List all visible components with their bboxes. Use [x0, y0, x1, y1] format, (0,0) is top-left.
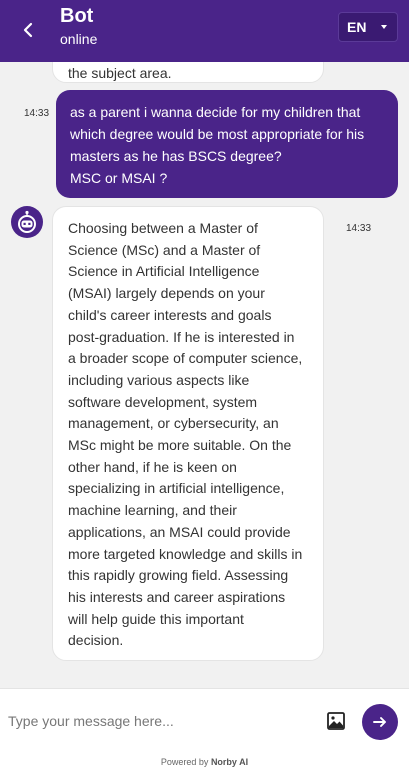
bot-message-line: his interests and career aspirations	[68, 588, 286, 605]
bot-message-line: child's career interests and goals	[68, 306, 272, 323]
powered-by-footer: Powered by Norby AI	[0, 754, 409, 770]
bot-message-line: management, or cybersecurity, an	[68, 415, 279, 432]
message-composer	[0, 688, 409, 754]
bot-message-line: more targeted knowledge and skills in	[68, 545, 303, 562]
bot-message-time: 14:33	[346, 223, 372, 234]
image-icon	[327, 712, 345, 730]
language-select[interactable]: EN	[338, 12, 398, 42]
language-label: EN	[347, 19, 367, 35]
chat-header: Bot online EN	[0, 0, 409, 62]
bot-message-line: post-graduation. If he is interested in	[68, 328, 295, 345]
bot-message-line: will help guide this important	[68, 610, 244, 627]
bot-status: online	[60, 31, 98, 47]
bot-message-line: MSc might be more suitable. On the	[68, 437, 292, 454]
message-input[interactable]	[8, 709, 308, 733]
user-message-time: 14:33	[24, 108, 50, 119]
image-upload-button[interactable]	[324, 709, 348, 733]
bot-avatar	[11, 206, 43, 238]
chat-messages[interactable]: the subject area. 14:33 as a parent i wa…	[0, 62, 409, 688]
bot-message-line: Science in Artificial Intelligence	[68, 263, 260, 280]
previous-message-text: the subject area.	[68, 65, 172, 81]
arrow-right-icon	[373, 717, 386, 727]
bot-message-line: Choosing between a Master of	[68, 220, 258, 236]
footer-brand-link[interactable]: Norby AI	[211, 757, 248, 767]
user-message: as a parent i wanna decide for my childr…	[56, 90, 398, 198]
send-button[interactable]	[362, 704, 398, 740]
bot-message-line: this rapidly growing field. Assessing	[68, 567, 289, 584]
user-message-line: MSC or MSAI ?	[70, 170, 168, 186]
user-message-line: masters as he has BSCS degree?	[70, 148, 282, 164]
user-message-line: as a parent i wanna decide for my childr…	[70, 104, 361, 120]
user-message-line: which degree would be most appropriate f…	[70, 126, 365, 142]
bot-message: Choosing between a Master of Science (MS…	[52, 206, 324, 661]
bot-message-line: specializing in artificial intelligence,	[68, 480, 285, 497]
chevron-left-icon	[23, 22, 33, 38]
bot-message-line: applications, an MSAI could provide	[68, 523, 291, 540]
bot-message-line: Science (MSc) and a Master of	[68, 241, 261, 258]
bot-message-line: a broader scope of computer science,	[68, 350, 303, 367]
bot-message-line: machine learning, and their	[68, 502, 237, 519]
bot-message-line: (MSAI) largely depends on your	[68, 285, 265, 302]
robot-icon	[18, 210, 36, 233]
bot-message-line: software development, system	[68, 393, 258, 410]
bot-message-line: decision.	[68, 632, 124, 649]
bot-message-line: other hand, if he is keen on	[68, 458, 237, 475]
back-button[interactable]	[14, 16, 42, 44]
footer-prefix: Powered by	[160, 757, 209, 767]
previous-bot-message: the subject area.	[52, 62, 324, 83]
bot-name: Bot	[60, 5, 94, 27]
bot-message-line: including various aspects like	[68, 371, 250, 388]
caret-down-icon	[381, 25, 387, 29]
